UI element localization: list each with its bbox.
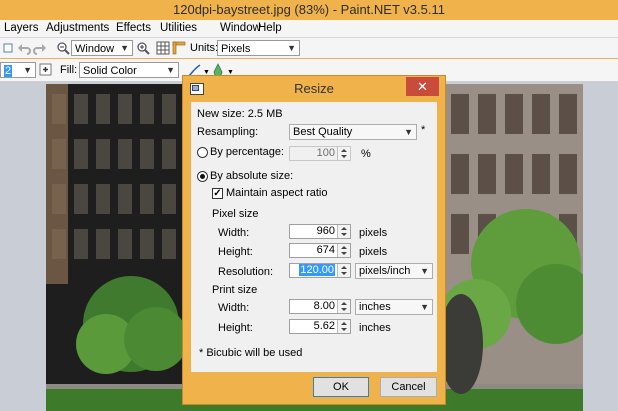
pixel-width-unit: pixels [359,227,388,239]
main-toolbar: Window ▼ Units: Pixels ▼ [0,38,618,58]
cancel-button[interactable]: Cancel [380,377,437,397]
print-size-header: Print size [212,284,258,296]
resampling-value: Best Quality [293,126,353,138]
zoom-combo[interactable]: Window ▼ [71,40,133,56]
pixel-height-unit: pixels [359,246,388,258]
units-label: Units: [190,42,219,54]
print-unit-value: inches [359,301,391,313]
print-height-value: 5.62 [313,320,335,332]
print-unit-combo[interactable]: inches ▼ [355,299,433,315]
print-height-input[interactable]: 5.62 [289,319,351,334]
toolbar-overflow-icon[interactable] [2,41,16,55]
menu-bar: Layers Adjustments Effects Utilities Win… [0,20,618,38]
resolution-spinner[interactable] [337,264,350,277]
print-width-spinner[interactable] [337,300,350,313]
menu-item-help[interactable]: Help [258,21,282,36]
window-title: 120dpi-baystreet.jpg (83%) - Paint.NET v… [173,2,445,17]
print-height-spinner[interactable] [337,320,350,333]
maintain-aspect-checkbox[interactable]: ✓ [212,188,223,199]
menu-item-adjustments[interactable]: Adjustments [46,21,109,36]
increase-icon[interactable] [39,63,53,77]
window-titlebar: 120dpi-baystreet.jpg (83%) - Paint.NET v… [0,0,618,20]
maintain-aspect-label[interactable]: Maintain aspect ratio [226,187,328,200]
zoom-out-icon[interactable] [56,41,70,55]
by-percentage-label[interactable]: By percentage: [210,146,284,159]
pixel-width-value: 960 [316,225,335,237]
print-width-value: 8.00 [313,300,335,312]
close-button[interactable]: ✕ [406,77,439,96]
fill-combo-value: Solid Color [83,65,137,77]
close-icon: ✕ [417,79,428,94]
pixel-size-header: Pixel size [212,208,259,220]
by-absolute-size-radio[interactable] [197,171,208,182]
zoom-combo-value: Window [75,43,115,55]
resolution-unit-value: pixels/inch [359,265,411,277]
chevron-down-icon: ▼ [420,266,429,276]
units-combo-value: Pixels [221,43,251,55]
pixel-height-spinner[interactable] [337,244,350,257]
pixel-height-value: 674 [316,244,335,256]
print-height-label: Height: [218,322,253,334]
menu-item-window[interactable]: Window [220,21,261,36]
print-height-unit: inches [359,322,391,334]
by-absolute-size-label[interactable]: By absolute size: [210,170,293,183]
undo-icon[interactable] [17,41,31,55]
brush-width-combo[interactable]: 2 ▼ [0,62,36,78]
pixel-width-label: Width: [218,227,250,239]
brush-width-value: 2 [4,65,13,77]
dialog-body: New size: 2.5 MB Resampling: Best Qualit… [191,102,437,372]
resolution-value: 120.00 [299,264,335,276]
percent-unit: % [361,148,371,160]
cancel-button-label: Cancel [391,381,426,393]
resolution-input[interactable]: 120.00 [289,263,351,278]
menu-item-layers[interactable]: Layers [4,21,39,36]
zoom-in-icon[interactable] [136,41,150,55]
menu-item-effects[interactable]: Effects [116,21,151,36]
chevron-down-icon: ▼ [287,43,296,53]
menu-item-utilities[interactable]: Utilities [160,21,197,36]
resolution-unit-combo[interactable]: pixels/inch ▼ [355,263,433,279]
resampling-combo[interactable]: Best Quality ▼ [289,124,417,140]
dialog-titlebar[interactable]: Resize ✕ [183,76,445,102]
resize-dialog: Resize ✕ New size: 2.5 MB Resampling: Be… [182,75,446,405]
ok-button[interactable]: OK [313,377,369,397]
chevron-down-icon: ▼ [420,302,429,312]
fill-label: Fill: [60,64,78,76]
chevron-down-icon: ▼ [166,65,175,75]
pixel-height-label: Height: [218,246,253,258]
new-size-text: New size: 2.5 MB [197,108,283,120]
print-width-input[interactable]: 8.00 [289,299,351,314]
rulers-icon[interactable] [172,41,186,55]
chevron-down-icon: ▼ [23,65,32,75]
pixel-height-input[interactable]: 674 [289,243,351,258]
percentage-spinner [337,147,350,160]
chevron-down-icon: ▼ [120,43,129,53]
units-combo[interactable]: Pixels ▼ [217,40,300,56]
percentage-value: 100 [316,147,335,159]
resolution-label: Resolution: [218,266,274,278]
resampling-label: Resampling: [197,126,259,138]
redo-icon[interactable] [33,41,47,55]
fill-combo[interactable]: Solid Color ▼ [79,62,179,78]
percentage-input: 100 [289,146,351,161]
pixel-width-spinner[interactable] [337,225,350,238]
pixel-width-input[interactable]: 960 [289,224,351,239]
chevron-down-icon: ▼ [404,127,413,137]
grid-icon[interactable] [156,41,170,55]
bicubic-footnote: * Bicubic will be used [199,347,303,359]
by-percentage-radio[interactable] [197,147,208,158]
ok-button-label: OK [333,381,349,393]
print-width-label: Width: [218,302,250,314]
resampling-asterisk: * [421,124,426,136]
